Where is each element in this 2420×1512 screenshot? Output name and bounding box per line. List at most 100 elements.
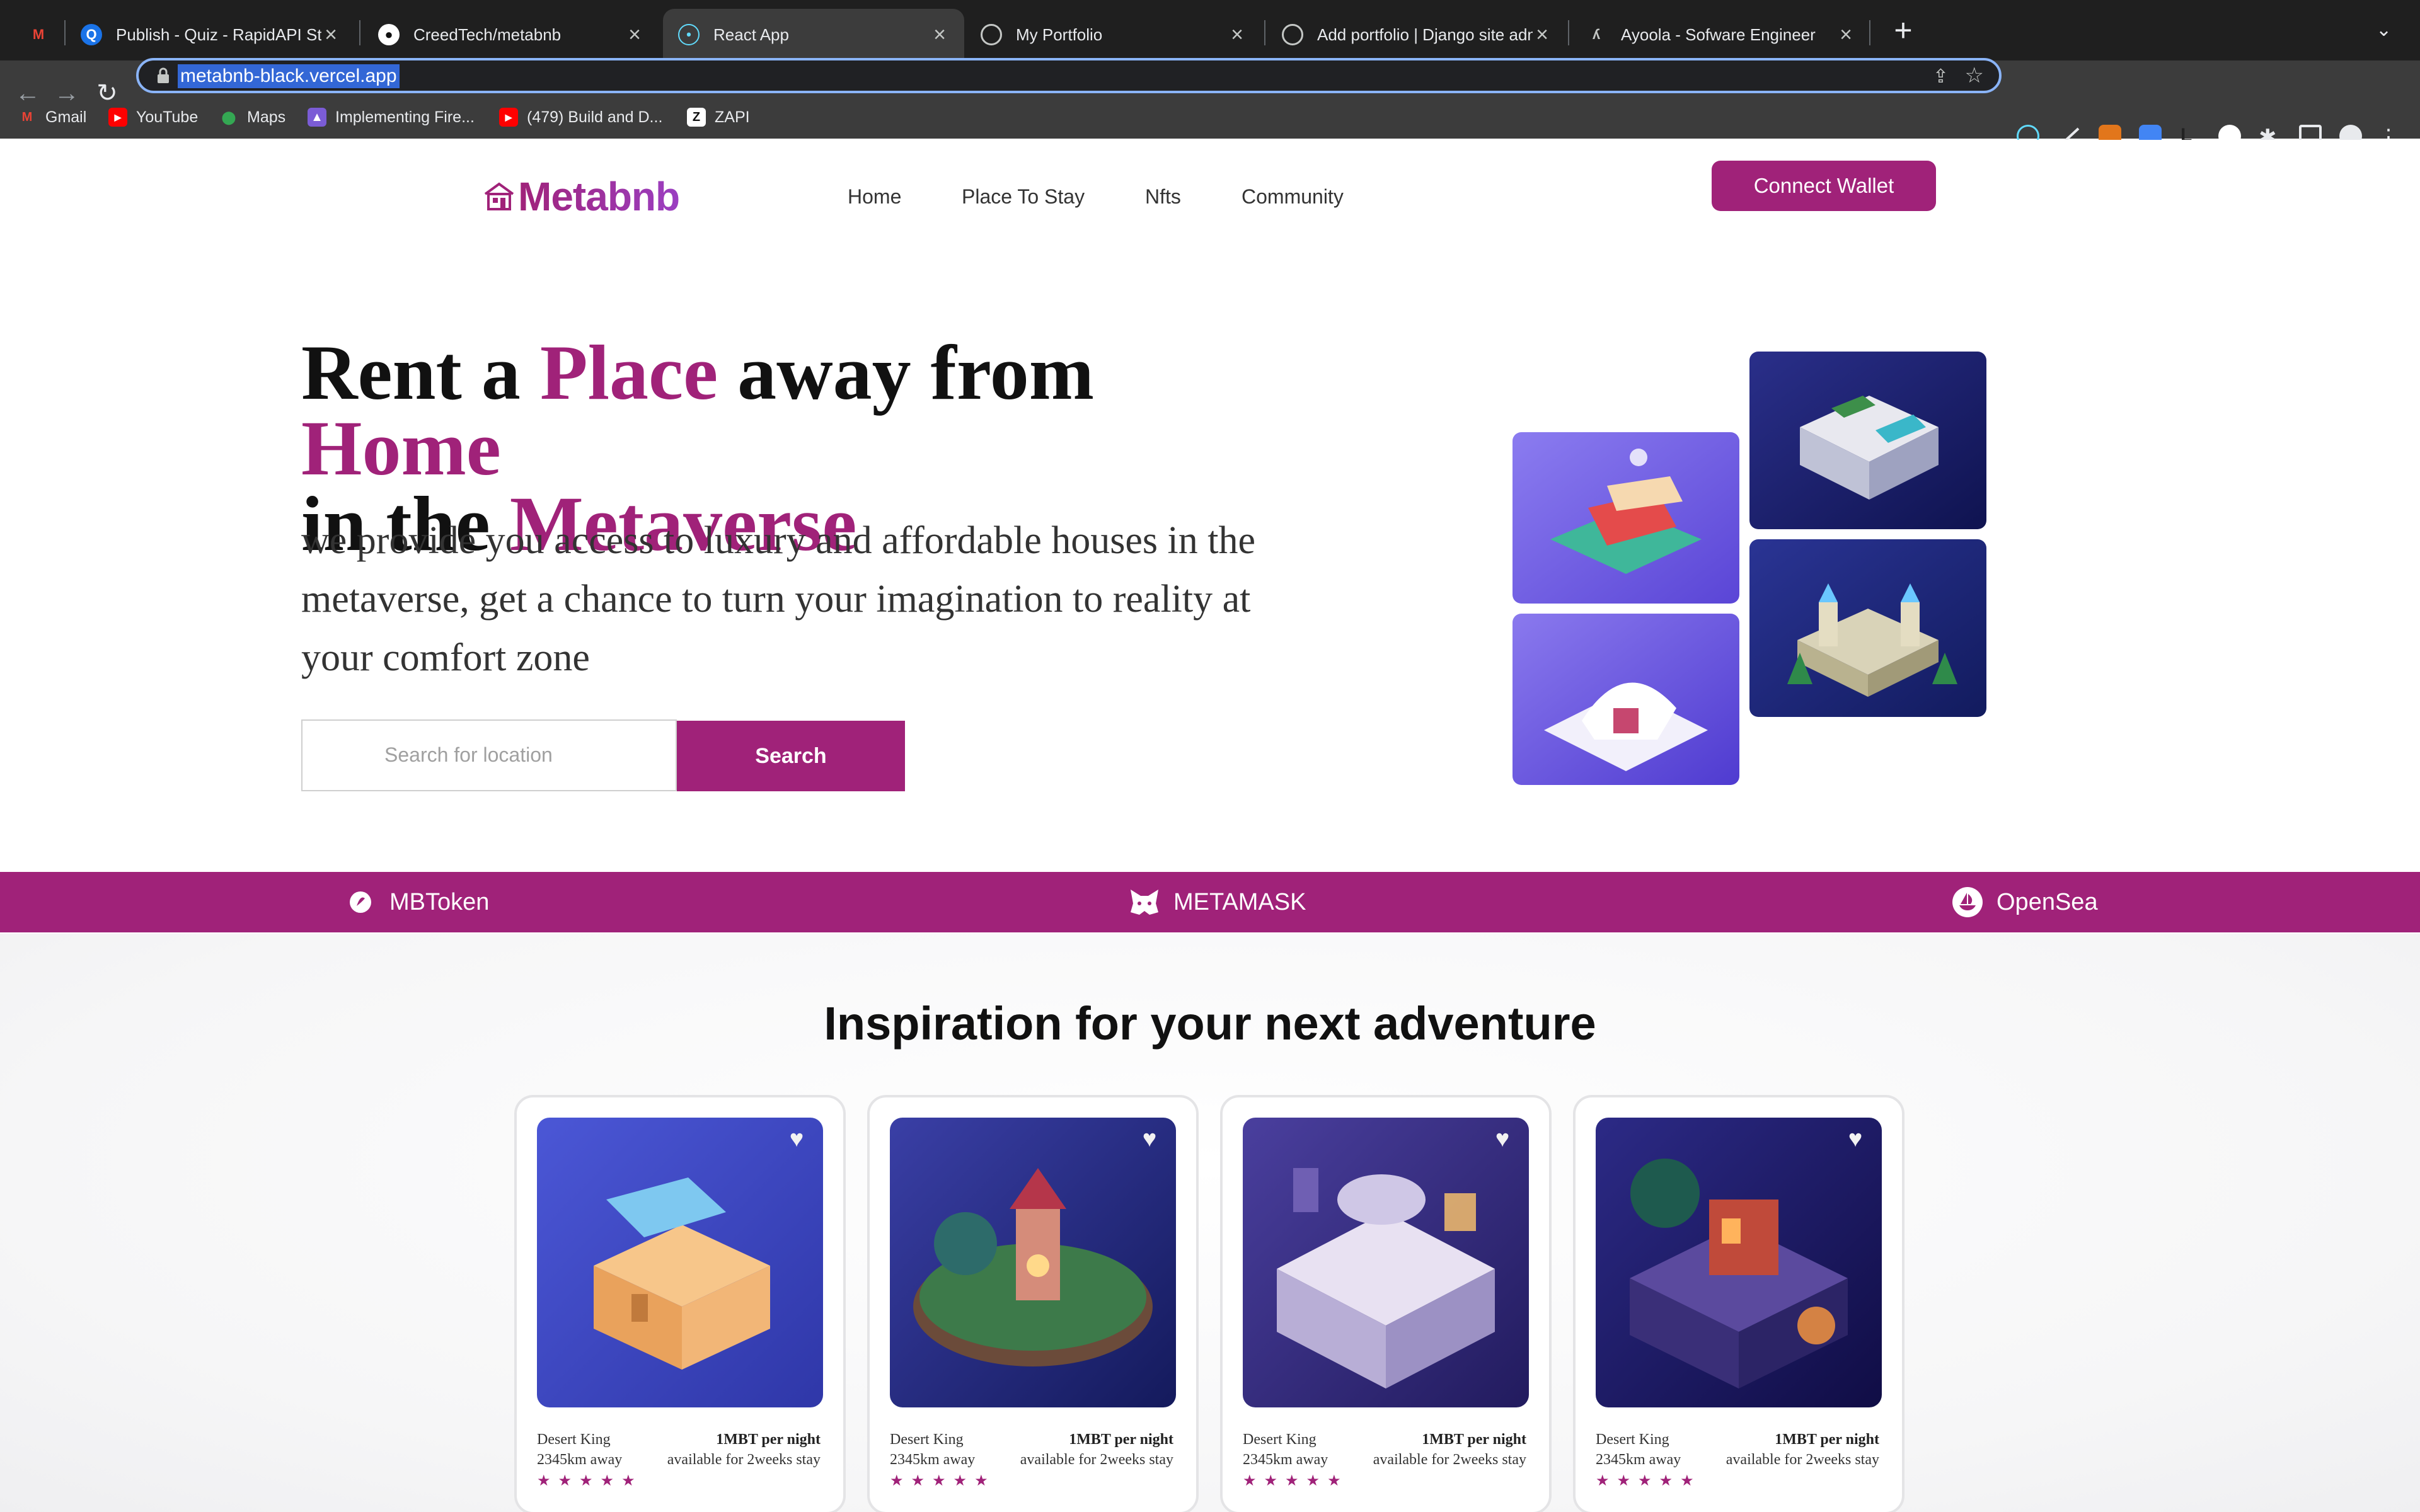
tab-github[interactable]: ● CreedTech/metabnb × bbox=[363, 9, 659, 60]
listing-name: Desert King bbox=[1596, 1431, 1669, 1448]
location-search-input[interactable]: Search for location bbox=[301, 719, 677, 791]
gmail-icon: M bbox=[21, 110, 33, 124]
share-icon[interactable]: ⇪ bbox=[1933, 66, 1949, 88]
bookmark-icon: ▲ bbox=[308, 108, 326, 127]
gmail-icon: M bbox=[32, 26, 45, 42]
partner-metamask[interactable]: METAMASK bbox=[1128, 872, 1306, 932]
listing-availability: available for 2weeks stay bbox=[1373, 1452, 1526, 1468]
brand-logo[interactable]: Metabnb bbox=[483, 165, 680, 228]
github-icon: ● bbox=[378, 24, 400, 45]
hero-subtitle: we provide you access to luxury and affo… bbox=[301, 519, 1255, 679]
tab-gmail[interactable]: M bbox=[13, 9, 63, 60]
new-tab-button[interactable]: + bbox=[1884, 14, 1922, 47]
search-placeholder: Search for location bbox=[384, 743, 553, 766]
partner-label: MBToken bbox=[389, 888, 490, 915]
section-title: Inspiration for your next adventure bbox=[824, 997, 1596, 1050]
listing-distance: 2345km away bbox=[537, 1452, 623, 1468]
bookmark-youtube[interactable]: ▶ YouTube bbox=[108, 105, 198, 130]
metamask-fox-icon bbox=[1128, 886, 1161, 919]
bookmark-gmail[interactable]: M Gmail bbox=[18, 105, 87, 130]
listing-price: 1MBT per night bbox=[1775, 1431, 1879, 1448]
bookmark-firebase[interactable]: ▲ Implementing Fire... bbox=[308, 105, 475, 130]
rating-stars: ★★★★★ bbox=[890, 1472, 996, 1489]
tab-ayoola[interactable]: ʎ Ayoola - Sofware Engineer × bbox=[1570, 9, 1870, 60]
listing-distance: 2345km away bbox=[1243, 1452, 1328, 1468]
listing-card[interactable]: ♥ Desert King 2345km away 1MBT per night… bbox=[867, 1095, 1199, 1512]
globe-icon bbox=[981, 24, 1002, 45]
rating-stars: ★★★★★ bbox=[1243, 1472, 1349, 1489]
partner-mbtoken[interactable]: MBToken bbox=[344, 872, 489, 932]
react-icon: • bbox=[678, 24, 700, 45]
listing-card[interactable]: ♥ Desert King 2345km away 1MBT per night… bbox=[1573, 1095, 1904, 1512]
listing-card[interactable]: ♥ Desert King 2345km away 1MBT per night… bbox=[1220, 1095, 1552, 1512]
globe-icon bbox=[1282, 24, 1303, 45]
youtube-icon: ▶ bbox=[499, 108, 518, 127]
listing-price: 1MBT per night bbox=[1069, 1431, 1173, 1448]
listing-price: 1MBT per night bbox=[716, 1431, 821, 1448]
nav-home[interactable]: Home bbox=[848, 185, 901, 209]
bookmark-label: ZAPI bbox=[715, 108, 750, 126]
rating-stars: ★★★★★ bbox=[537, 1472, 643, 1489]
listing-distance: 2345km away bbox=[890, 1452, 976, 1468]
listing-card[interactable]: ♥ Desert King 2345km away 1MBT per night… bbox=[514, 1095, 846, 1512]
favorite-heart-icon[interactable]: ♥ bbox=[784, 1126, 809, 1152]
tab-rapidapi[interactable]: Q Publish - Quiz - RapidAPI Stud × bbox=[66, 9, 355, 60]
listing-name: Desert King bbox=[1243, 1431, 1317, 1448]
zapi-icon: Z bbox=[687, 108, 706, 127]
favorite-heart-icon[interactable]: ♥ bbox=[1843, 1126, 1868, 1152]
close-icon[interactable]: × bbox=[1836, 23, 1855, 47]
partner-label: METAMASK bbox=[1173, 888, 1306, 915]
hero-image-modern-villa bbox=[1749, 352, 1986, 529]
bookmark-label: Gmail bbox=[45, 108, 87, 126]
listing-image[interactable]: ♥ bbox=[890, 1118, 1176, 1407]
tab-portfolio[interactable]: My Portfolio × bbox=[965, 9, 1262, 60]
listing-image[interactable]: ♥ bbox=[1596, 1118, 1882, 1407]
tab-search-chevron-icon[interactable]: ⌄ bbox=[2376, 19, 2392, 41]
close-icon[interactable]: × bbox=[321, 23, 340, 47]
bookmark-label: Maps bbox=[247, 108, 286, 126]
partner-label: OpenSea bbox=[1997, 888, 2098, 915]
tab-react-app[interactable]: • React App × bbox=[663, 9, 964, 60]
listing-availability: available for 2weeks stay bbox=[1726, 1452, 1879, 1468]
hero-title-text: away from bbox=[718, 329, 1095, 416]
nav-place-to-stay[interactable]: Place To Stay bbox=[962, 185, 1085, 209]
bookmark-label: (479) Build and D... bbox=[527, 108, 663, 126]
bookmark-zapi[interactable]: Z ZAPI bbox=[687, 105, 750, 130]
favorite-heart-icon[interactable]: ♥ bbox=[1490, 1126, 1515, 1152]
listing-distance: 2345km away bbox=[1596, 1452, 1681, 1468]
hero-title-accent: Place bbox=[539, 329, 718, 416]
close-icon[interactable]: × bbox=[1533, 23, 1552, 47]
close-icon[interactable]: × bbox=[625, 23, 644, 47]
hero-image-market-stall bbox=[1512, 432, 1739, 604]
partner-opensea[interactable]: OpenSea bbox=[1951, 872, 2098, 932]
tab-title: CreedTech/metabnb bbox=[413, 25, 562, 44]
rapidapi-icon: Q bbox=[81, 24, 102, 45]
listing-name: Desert King bbox=[537, 1431, 611, 1448]
hero-image-snow-house bbox=[1512, 614, 1739, 785]
bookmark-label: Implementing Fire... bbox=[335, 108, 475, 126]
tab-django-admin[interactable]: Add portfolio | Django site adm × bbox=[1267, 9, 1567, 60]
youtube-icon: ▶ bbox=[108, 108, 127, 127]
bookmark-star-icon[interactable]: ☆ bbox=[1965, 63, 1984, 88]
address-bar[interactable]: metabnb-black.vercel.app ⇪ ☆ bbox=[136, 58, 2002, 93]
bookmark-youtube-video[interactable]: ▶ (479) Build and D... bbox=[499, 105, 662, 130]
close-icon[interactable]: × bbox=[1228, 23, 1247, 47]
house-icon bbox=[484, 182, 514, 210]
close-icon[interactable]: × bbox=[930, 23, 949, 47]
tab-title: React App bbox=[713, 25, 789, 44]
brand-name: Metabnb bbox=[518, 174, 680, 219]
search-button[interactable]: Search bbox=[677, 721, 905, 791]
nav-nfts[interactable]: Nfts bbox=[1145, 185, 1181, 209]
connect-wallet-button[interactable]: Connect Wallet bbox=[1712, 161, 1936, 211]
tab-title: Ayoola - Sofware Engineer bbox=[1621, 25, 1816, 44]
listing-image[interactable]: ♥ bbox=[1243, 1118, 1529, 1407]
url-text[interactable]: metabnb-black.vercel.app bbox=[178, 64, 400, 88]
listing-availability: available for 2weeks stay bbox=[1020, 1452, 1173, 1468]
tab-title: Add portfolio | Django site adm bbox=[1317, 25, 1533, 44]
bookmark-maps[interactable]: ⬤ Maps bbox=[219, 105, 285, 130]
nav-community[interactable]: Community bbox=[1242, 185, 1344, 209]
favorite-heart-icon[interactable]: ♥ bbox=[1137, 1126, 1162, 1152]
webpage: Metabnb Home Place To Stay Nfts Communit… bbox=[0, 140, 2420, 1512]
hero-image-castle bbox=[1749, 539, 1986, 717]
listing-image[interactable]: ♥ bbox=[537, 1118, 823, 1407]
